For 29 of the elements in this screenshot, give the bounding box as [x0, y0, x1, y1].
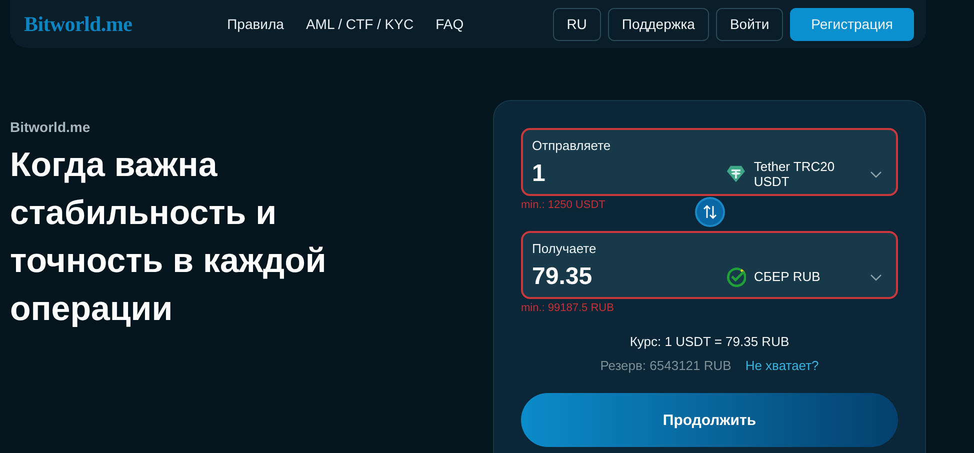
field-label: Отправляете	[532, 138, 612, 153]
sber-icon	[726, 266, 746, 286]
header-button[interactable]: RU	[552, 8, 601, 40]
nav-link[interactable]: Правила	[227, 16, 284, 32]
amount-field[interactable]: Отправляете 1 Tether TRC20 USDT	[521, 128, 898, 196]
reserve-link[interactable]: Не хватает?	[745, 358, 819, 373]
reserve-text: Резерв: 6543121 RUB	[600, 358, 732, 373]
tether-icon	[726, 164, 746, 184]
min-amount-hint: min.: 99187.5 RUB	[521, 301, 614, 316]
logo[interactable]: Bitworld.me	[24, 12, 132, 36]
min-amount-hint: min.: 1250 USDT	[521, 198, 606, 213]
brand-label: Bitworld.me	[10, 119, 92, 135]
exchange-rate: Курс: 1 USDT = 79.35 RUB	[628, 334, 790, 349]
header-button[interactable]: Войти	[716, 8, 784, 40]
currency-name[interactable]: СБЕР RUB	[754, 269, 820, 284]
chevron-down-icon[interactable]	[870, 170, 882, 178]
hero-title: Когда важна стабильность и точность в каждой операции	[10, 145, 328, 330]
amount-value: 79.35	[532, 262, 594, 290]
nav-link[interactable]: AML / CTF / KYC	[306, 16, 414, 32]
swap-button[interactable]	[694, 197, 724, 227]
currency-name[interactable]: Tether TRC20 USDT	[754, 158, 862, 188]
nav-link[interactable]: FAQ	[436, 16, 464, 32]
field-label: Получаете	[532, 241, 598, 256]
swap-arrows-icon	[702, 204, 716, 220]
header-button[interactable]: Поддержка	[608, 8, 709, 40]
chevron-down-icon[interactable]	[870, 274, 882, 280]
continue-button[interactable]: Продолжить	[521, 393, 898, 447]
amount-value: 1	[532, 160, 546, 188]
amount-field[interactable]: Получаете 79.35 СБЕР RUB	[521, 231, 898, 299]
